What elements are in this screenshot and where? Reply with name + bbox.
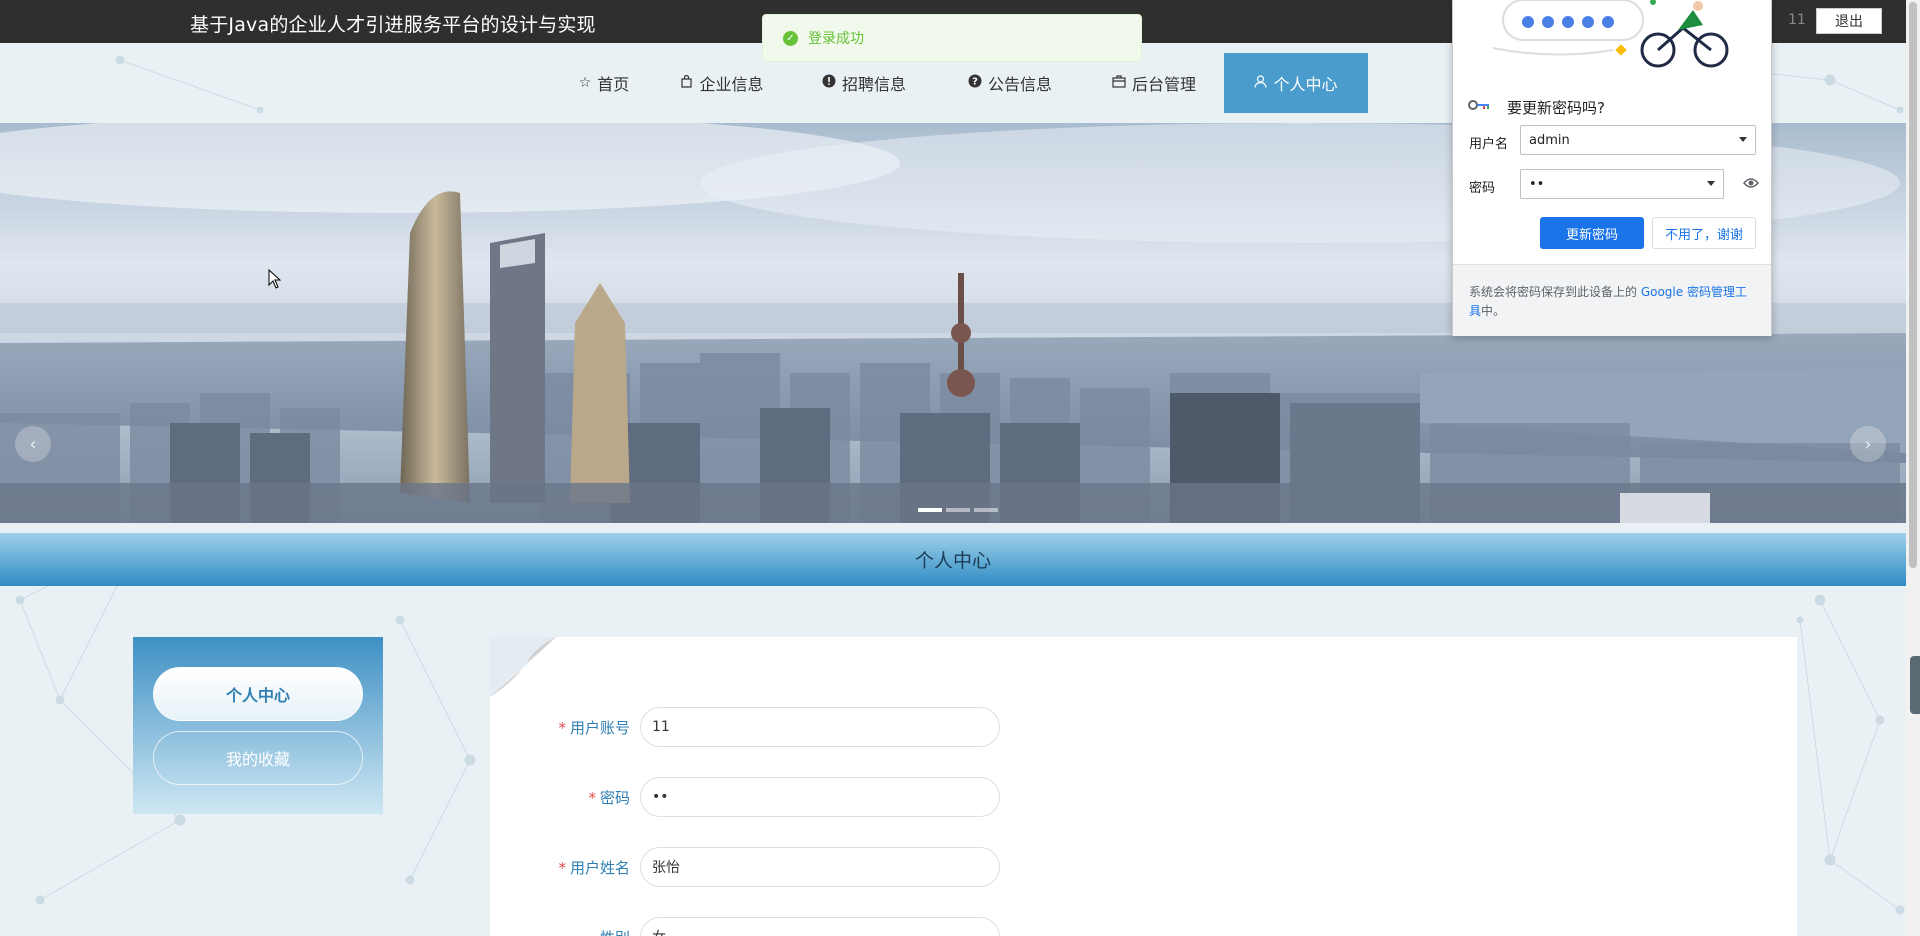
toast-message: 登录成功 <box>808 31 864 47</box>
user-icon <box>1254 74 1268 92</box>
page-scrollbar[interactable] <box>1906 0 1920 936</box>
side-edge-tab[interactable] <box>1910 656 1920 714</box>
password-dialog-footer: 系统会将密码保存到此设备上的 Google 密码管理工具中。 <box>1453 264 1771 336</box>
password-input[interactable] <box>640 777 1000 817</box>
carousel-next-button[interactable]: › <box>1850 426 1886 462</box>
mouse-cursor-icon <box>268 269 282 289</box>
form-row-gender: 性别 <box>490 917 1000 936</box>
update-password-button[interactable]: 更新密码 <box>1540 217 1644 249</box>
username-dropdown[interactable]: admin <box>1520 125 1756 155</box>
password-dropdown[interactable]: •• <box>1520 169 1724 199</box>
side-menu: 个人中心 我的收藏 <box>133 637 383 814</box>
key-icon <box>1468 100 1489 110</box>
logout-button[interactable]: 退出 <box>1816 8 1882 34</box>
nav-item-label: 个人中心 <box>1273 75 1338 94</box>
account-input[interactable] <box>640 707 1000 747</box>
nav-item-company[interactable]: 企业信息 <box>668 53 776 113</box>
profile-form: *用户账号 *密码 *用户姓名 性别 <box>490 637 1797 936</box>
no-thanks-button[interactable]: 不用了，谢谢 <box>1652 217 1756 249</box>
password-value: •• <box>1529 176 1545 192</box>
footer-text: 系统会将密码保存到此设备上的 <box>1469 285 1641 299</box>
username-label: 用户名 <box>1469 137 1509 152</box>
section-title: 个人中心 <box>0 533 1906 586</box>
bag-icon <box>680 74 693 92</box>
carousel-dot[interactable] <box>918 508 942 512</box>
carousel-indicators <box>918 508 998 512</box>
svg-text:?: ? <box>972 77 978 88</box>
password-label: 密码 <box>599 788 630 807</box>
carousel-dot[interactable] <box>946 508 970 512</box>
password-illustration <box>1493 0 1729 68</box>
site-title: 基于Java的企业人才引进服务平台的设计与实现 <box>190 14 596 36</box>
star-icon: ☆ <box>578 75 592 91</box>
carousel-dot[interactable] <box>974 508 998 512</box>
form-row-password: * 密码 <box>490 777 1000 817</box>
nav-item-label: 首页 <box>597 75 630 94</box>
name-label: 用户姓名 <box>569 858 630 877</box>
footer-text-end: 中。 <box>1481 304 1506 318</box>
form-row-account: * 用户账号 <box>490 707 1000 747</box>
username-value: admin <box>1529 132 1570 148</box>
box-icon <box>1112 74 1126 92</box>
account-label: 用户账号 <box>569 718 630 737</box>
side-menu-favorites[interactable]: 我的收藏 <box>153 731 363 785</box>
side-menu-profile[interactable]: 个人中心 <box>153 667 363 721</box>
success-toast: ✓ 登录成功 <box>762 14 1142 62</box>
form-row-name: * 用户姓名 <box>490 847 1000 887</box>
page-curl-decoration <box>490 637 556 697</box>
nav-item-label: 招聘信息 <box>841 75 906 94</box>
nav-item-notices[interactable]: ? 公告信息 <box>960 53 1060 113</box>
nav-item-profile[interactable]: 个人中心 <box>1224 53 1368 113</box>
carousel-prev-button[interactable]: ‹ <box>15 426 51 462</box>
password-field-label: 密码 <box>1469 181 1496 196</box>
password-dialog-title: 要更新密码吗? <box>1507 99 1605 117</box>
gender-select[interactable] <box>640 917 1000 936</box>
nav-item-label: 企业信息 <box>699 75 764 94</box>
nav-item-admin[interactable]: 后台管理 <box>1104 53 1204 113</box>
name-input[interactable] <box>640 847 1000 887</box>
gender-label: 性别 <box>600 929 630 936</box>
caret-down-icon <box>1707 181 1715 186</box>
scrollbar-thumb[interactable] <box>1909 2 1917 568</box>
caret-down-icon <box>1739 137 1747 142</box>
alert-circle-icon <box>822 74 836 92</box>
nav-item-jobs[interactable]: 招聘信息 <box>814 53 914 113</box>
current-username: 11 <box>1788 12 1806 28</box>
nav-item-label: 后台管理 <box>1131 75 1196 94</box>
password-update-dialog: 要更新密码吗? 用户名 admin 密码 •• 更新密码 不用了，谢谢 系统会将… <box>1452 0 1772 336</box>
eye-icon[interactable] <box>1743 177 1759 189</box>
nav-item-label: 公告信息 <box>987 75 1052 94</box>
question-circle-icon: ? <box>968 74 982 92</box>
check-circle-icon: ✓ <box>783 30 798 46</box>
nav-item-home[interactable]: ☆ 首页 <box>556 53 652 113</box>
